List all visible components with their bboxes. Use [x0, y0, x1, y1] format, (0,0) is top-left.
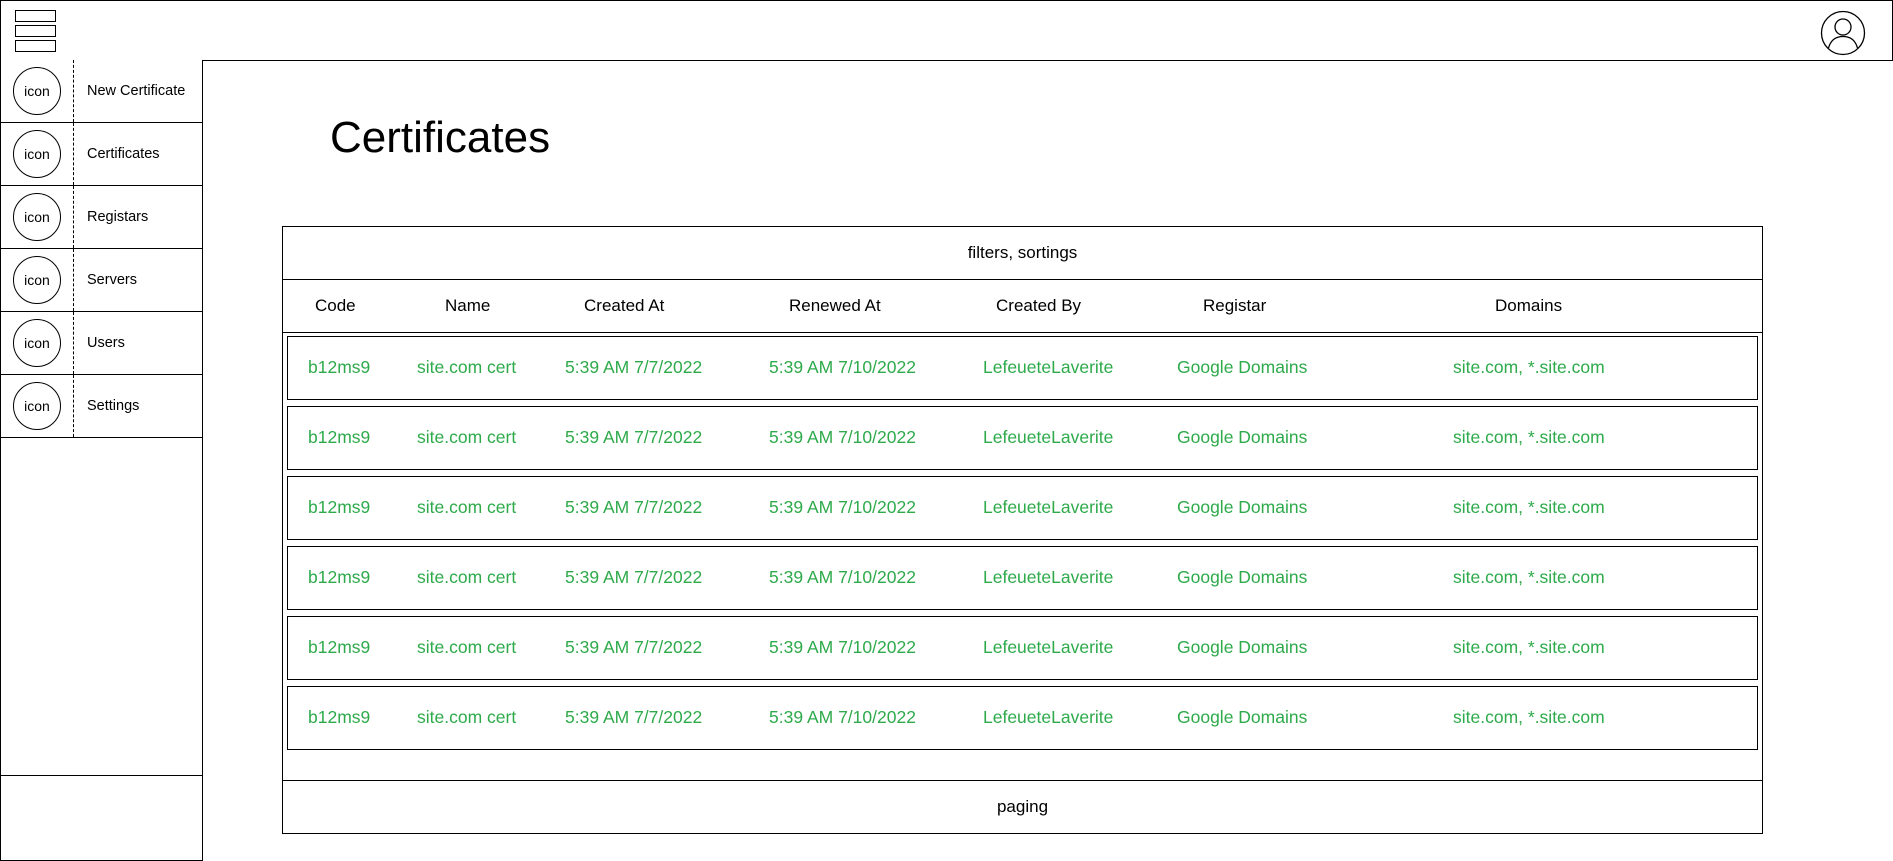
registars-icon: icon	[13, 193, 61, 241]
cell-registar: Google Domains	[1177, 707, 1308, 727]
user-avatar-icon[interactable]	[1820, 10, 1866, 56]
cell-created-at: 5:39 AM 7/7/2022	[565, 427, 703, 447]
sidebar-item-registars[interactable]: icon Registars	[1, 186, 202, 249]
sidebar-item-certificates[interactable]: icon Certificates	[1, 123, 202, 186]
cell-created-by: LefeueteLaverite	[983, 567, 1114, 587]
table-row[interactable]: b12ms9 site.com cert 5:39 AM 7/7/2022 5:…	[287, 476, 1758, 540]
cell-created-by: LefeueteLaverite	[983, 427, 1114, 447]
sidebar-item-label: Servers	[87, 272, 137, 288]
menu-bar	[15, 25, 56, 37]
cell-renewed-at: 5:39 AM 7/10/2022	[769, 357, 916, 377]
column-header-renewed-at[interactable]: Renewed At	[789, 280, 881, 332]
menu-bar	[15, 40, 56, 52]
new-certificate-icon: icon	[13, 67, 61, 115]
cell-registar: Google Domains	[1177, 567, 1308, 587]
cell-code: b12ms9	[308, 357, 371, 377]
divider	[73, 249, 74, 311]
cell-created-at: 5:39 AM 7/7/2022	[565, 707, 703, 727]
cell-registar: Google Domains	[1177, 357, 1308, 377]
cell-code: b12ms9	[308, 707, 371, 727]
divider	[73, 60, 74, 122]
column-header-domains[interactable]: Domains	[1495, 280, 1562, 332]
cell-name: site.com cert	[417, 707, 517, 727]
column-header-created-by[interactable]: Created By	[996, 280, 1081, 332]
cell-code: b12ms9	[308, 497, 371, 517]
sidebar-item-label: New Certificate	[87, 83, 186, 99]
cell-renewed-at: 5:39 AM 7/10/2022	[769, 637, 916, 657]
cell-name: site.com cert	[417, 567, 517, 587]
cell-renewed-at: 5:39 AM 7/10/2022	[769, 497, 916, 517]
top-header	[0, 0, 1893, 61]
cell-renewed-at: 5:39 AM 7/10/2022	[769, 567, 916, 587]
table-header: Code Name Created At Renewed At Created …	[283, 280, 1762, 333]
cell-created-at: 5:39 AM 7/7/2022	[565, 567, 703, 587]
cell-created-by: LefeueteLaverite	[983, 637, 1114, 657]
certificates-icon: icon	[13, 130, 61, 178]
sidebar: icon New Certificate icon Certificates i…	[0, 60, 203, 861]
divider	[73, 186, 74, 248]
column-header-name[interactable]: Name	[445, 280, 490, 332]
column-header-code[interactable]: Code	[315, 280, 356, 332]
cell-name: site.com cert	[417, 637, 517, 657]
column-header-created-at[interactable]: Created At	[584, 280, 664, 332]
table-row[interactable]: b12ms9 site.com cert 5:39 AM 7/7/2022 5:…	[287, 406, 1758, 470]
sidebar-footer	[1, 775, 202, 861]
cell-created-by: LefeueteLaverite	[983, 707, 1114, 727]
cell-code: b12ms9	[308, 567, 371, 587]
hamburger-menu-icon[interactable]	[13, 8, 59, 54]
sidebar-item-label: Certificates	[87, 146, 160, 162]
cell-created-by: LefeueteLaverite	[983, 497, 1114, 517]
sidebar-item-users[interactable]: icon Users	[1, 312, 202, 375]
sidebar-item-label: Registars	[87, 209, 149, 225]
cell-created-at: 5:39 AM 7/7/2022	[565, 357, 703, 377]
sidebar-item-label: Users	[87, 335, 125, 351]
cell-created-by: LefeueteLaverite	[983, 357, 1114, 377]
sidebar-item-new-certificate[interactable]: icon New Certificate	[1, 60, 202, 123]
sidebar-item-label: Settings	[87, 398, 140, 414]
divider	[73, 123, 74, 185]
settings-icon: icon	[13, 382, 61, 430]
page-title: Certificates	[330, 113, 551, 162]
filters-sortings-bar[interactable]: filters, sortings	[283, 227, 1762, 280]
cell-domains: site.com, *.site.com	[1453, 497, 1605, 517]
cell-renewed-at: 5:39 AM 7/10/2022	[769, 427, 916, 447]
cell-registar: Google Domains	[1177, 637, 1308, 657]
table-row[interactable]: b12ms9 site.com cert 5:39 AM 7/7/2022 5:…	[287, 336, 1758, 400]
cell-registar: Google Domains	[1177, 497, 1308, 517]
cell-domains: site.com, *.site.com	[1453, 637, 1605, 657]
pagination[interactable]: paging	[283, 780, 1762, 833]
users-icon: icon	[13, 319, 61, 367]
cell-domains: site.com, *.site.com	[1453, 567, 1605, 587]
cell-code: b12ms9	[308, 427, 371, 447]
divider	[73, 312, 74, 374]
menu-bar	[15, 10, 56, 22]
column-header-registar[interactable]: Registar	[1203, 280, 1266, 332]
cell-name: site.com cert	[417, 357, 517, 377]
divider	[73, 375, 74, 437]
cell-created-at: 5:39 AM 7/7/2022	[565, 637, 703, 657]
table-row[interactable]: b12ms9 site.com cert 5:39 AM 7/7/2022 5:…	[287, 546, 1758, 610]
sidebar-item-settings[interactable]: icon Settings	[1, 375, 202, 438]
table-row[interactable]: b12ms9 site.com cert 5:39 AM 7/7/2022 5:…	[287, 686, 1758, 750]
cell-domains: site.com, *.site.com	[1453, 707, 1605, 727]
cell-registar: Google Domains	[1177, 427, 1308, 447]
certificates-table: filters, sortings Code Name Created At R…	[282, 226, 1763, 834]
cell-created-at: 5:39 AM 7/7/2022	[565, 497, 703, 517]
table-row[interactable]: b12ms9 site.com cert 5:39 AM 7/7/2022 5:…	[287, 616, 1758, 680]
cell-name: site.com cert	[417, 427, 517, 447]
servers-icon: icon	[13, 256, 61, 304]
sidebar-item-servers[interactable]: icon Servers	[1, 249, 202, 312]
cell-renewed-at: 5:39 AM 7/10/2022	[769, 707, 916, 727]
cell-domains: site.com, *.site.com	[1453, 357, 1605, 377]
cell-domains: site.com, *.site.com	[1453, 427, 1605, 447]
cell-code: b12ms9	[308, 637, 371, 657]
cell-name: site.com cert	[417, 497, 517, 517]
